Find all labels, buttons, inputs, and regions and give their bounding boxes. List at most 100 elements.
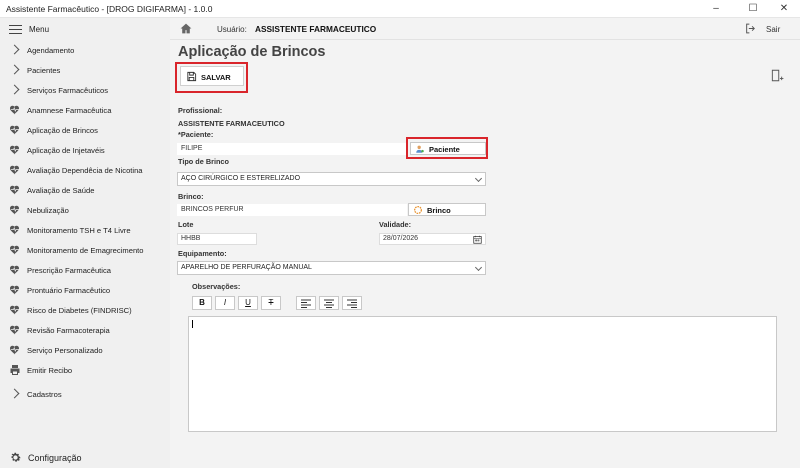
menu-toggle[interactable]: Menu xyxy=(0,18,170,40)
window-title: Assistente Farmacêutico - [DROG DIGIFARM… xyxy=(6,4,213,14)
tipo-brinco-label: Tipo de Brinco xyxy=(178,157,229,166)
sidebar-item-configuracao[interactable]: Configuração xyxy=(0,448,170,468)
equipamento-label: Equipamento: xyxy=(178,249,227,258)
brinco-label: Brinco: xyxy=(178,192,204,201)
heart-icon xyxy=(10,165,19,175)
sidebar-item-label: Pacientes xyxy=(27,66,61,75)
close-icon[interactable]: ✕ xyxy=(768,0,800,18)
printer-icon xyxy=(10,365,20,375)
sidebar-item-revisao-farmacoterapia[interactable]: Revisão Farmacoterapia xyxy=(0,320,170,340)
sidebar-item-cadastros[interactable]: Cadastros xyxy=(0,384,170,404)
italic-button[interactable]: I xyxy=(215,296,235,310)
sidebar-item-aplicacao-de-injetaveis[interactable]: Aplicação de Injetavéis xyxy=(0,140,170,160)
equipamento-value: APARELHO DE PERFURAÇÃO MANUAL xyxy=(181,264,312,271)
chevron-right-icon xyxy=(9,388,20,399)
sidebar-item-label: Agendamento xyxy=(27,46,75,55)
sidebar-item-label: Serviço Personalizado xyxy=(27,346,103,355)
sidebar-item-emitir-recibo[interactable]: Emitir Recibo xyxy=(0,360,170,380)
heart-icon xyxy=(10,265,19,275)
heart-icon xyxy=(10,205,19,215)
tipo-brinco-select[interactable]: AÇO CIRÚRGICO E ESTERELIZADO xyxy=(177,172,486,186)
new-document-icon[interactable] xyxy=(770,68,784,83)
equipamento-select[interactable]: APARELHO DE PERFURAÇÃO MANUAL xyxy=(177,261,486,275)
select-paciente-button[interactable]: Paciente xyxy=(410,142,486,155)
minimize-icon[interactable]: – xyxy=(700,0,732,18)
align-left-icon xyxy=(301,299,311,308)
sidebar-item-label: Monitoramento TSH e T4 Livre xyxy=(27,226,131,235)
exit-button[interactable]: Sair xyxy=(766,25,780,34)
window-titlebar: Assistente Farmacêutico - [DROG DIGIFARM… xyxy=(0,0,800,18)
sidebar-item-label: Prescrição Farmacêutica xyxy=(27,266,111,275)
page-header: Aplicação de Brincos SALVAR xyxy=(170,40,800,95)
hamburger-icon[interactable] xyxy=(9,25,22,34)
sidebar-item-prescricao-farmaceutica[interactable]: Prescrição Farmacêutica xyxy=(0,260,170,280)
heart-icon xyxy=(10,185,19,195)
sidebar-item-pacientes[interactable]: Pacientes xyxy=(0,60,170,80)
form-area: Profissional: ASSISTENTE FARMACEUTICO *P… xyxy=(170,95,800,468)
sidebar-item-anamnese-farmaceutica[interactable]: Anamnese Farmacêutica xyxy=(0,100,170,120)
paciente-field[interactable]: FILIPE xyxy=(177,143,407,155)
strikethrough-button[interactable]: T xyxy=(261,296,281,310)
sidebar-item-prontuario-farmaceutico[interactable]: Prontuário Farmacêutico xyxy=(0,280,170,300)
brinco-button-label: Brinco xyxy=(427,206,451,215)
paciente-label: *Paciente: xyxy=(178,130,214,139)
heart-icon xyxy=(10,105,19,115)
sidebar-item-label: Prontuário Farmacêutico xyxy=(27,286,111,295)
heart-icon xyxy=(10,325,19,335)
sidebar-item-label: Nebulização xyxy=(27,206,69,215)
align-left-button[interactable] xyxy=(296,296,316,310)
earring-icon xyxy=(414,206,422,214)
chevron-down-icon xyxy=(474,174,483,183)
sidebar-item-nebulizacao[interactable]: Nebulização xyxy=(0,200,170,220)
paciente-button-label: Paciente xyxy=(429,145,460,154)
calendar-icon[interactable] xyxy=(473,235,482,244)
observacoes-editor[interactable] xyxy=(188,316,777,432)
underline-button[interactable]: U xyxy=(238,296,258,310)
align-right-button[interactable] xyxy=(342,296,362,310)
validade-label: Validade: xyxy=(379,220,412,229)
observacoes-label: Observações: xyxy=(192,282,241,291)
bold-button[interactable]: B xyxy=(192,296,212,310)
brinco-field[interactable]: BRINCOS PERFUR xyxy=(177,204,407,216)
user-value: ASSISTENTE FARMACEUTICO xyxy=(255,24,377,34)
page-title: Aplicação de Brincos xyxy=(178,44,326,60)
save-button[interactable]: SALVAR xyxy=(180,66,244,86)
sidebar-item-agendamento[interactable]: Agendamento xyxy=(0,40,170,60)
sidebar-item-label: Anamnese Farmacêutica xyxy=(27,106,112,115)
sidebar-item-label: Monitoramento de Emagrecimento xyxy=(27,246,144,255)
heart-icon xyxy=(10,145,19,155)
chevron-right-icon xyxy=(9,84,20,95)
heart-icon xyxy=(10,345,19,355)
lote-field[interactable]: HHBB xyxy=(177,233,257,245)
chevron-down-icon xyxy=(474,263,483,272)
sidebar-item-risco-de-diabetes-findrisc[interactable]: Risco de Diabetes (FINDRISC) xyxy=(0,300,170,320)
sidebar-item-monitoramento-tsh-e-t4-livre[interactable]: Monitoramento TSH e T4 Livre xyxy=(0,220,170,240)
sidebar-item-label: Risco de Diabetes (FINDRISC) xyxy=(27,306,132,315)
heart-icon xyxy=(10,125,19,135)
sidebar-item-avaliacao-de-saude[interactable]: Avaliação de Saúde xyxy=(0,180,170,200)
sidebar-item-avaliacao-dependecia-de-nicotina[interactable]: Avaliação Dependêcia de Nicotina xyxy=(0,160,170,180)
validade-field[interactable]: 28/07/2026 xyxy=(379,233,486,245)
heart-icon xyxy=(10,225,19,235)
user-label: Usuário: xyxy=(217,25,247,34)
heart-icon xyxy=(10,285,19,295)
lote-label: Lote xyxy=(178,220,194,229)
sidebar-item-label: Serviços Farmacêuticos xyxy=(27,86,109,95)
profissional-value: ASSISTENTE FARMACEUTICO xyxy=(178,119,285,128)
home-icon[interactable] xyxy=(179,22,193,35)
sidebar-item-servico-personalizado[interactable]: Serviço Personalizado xyxy=(0,340,170,360)
gear-icon xyxy=(11,452,21,462)
sidebar-item-monitoramento-de-emagrecimento[interactable]: Monitoramento de Emagrecimento xyxy=(0,240,170,260)
align-right-icon xyxy=(347,299,357,308)
validade-value: 28/07/2026 xyxy=(383,235,419,242)
maximize-icon[interactable]: ☐ xyxy=(737,0,769,18)
sidebar-item-label: Avaliação de Saúde xyxy=(27,186,95,195)
user-icon xyxy=(416,145,424,153)
exit-icon[interactable] xyxy=(744,22,758,35)
sidebar-item-aplicacao-de-brincos[interactable]: Aplicação de Brincos xyxy=(0,120,170,140)
align-center-button[interactable] xyxy=(319,296,339,310)
align-center-icon xyxy=(324,299,334,308)
sidebar-item-servicos-farmaceuticos[interactable]: Serviços Farmacêuticos xyxy=(0,80,170,100)
select-brinco-button[interactable]: Brinco xyxy=(408,203,486,216)
floppy-disk-icon xyxy=(187,71,197,82)
